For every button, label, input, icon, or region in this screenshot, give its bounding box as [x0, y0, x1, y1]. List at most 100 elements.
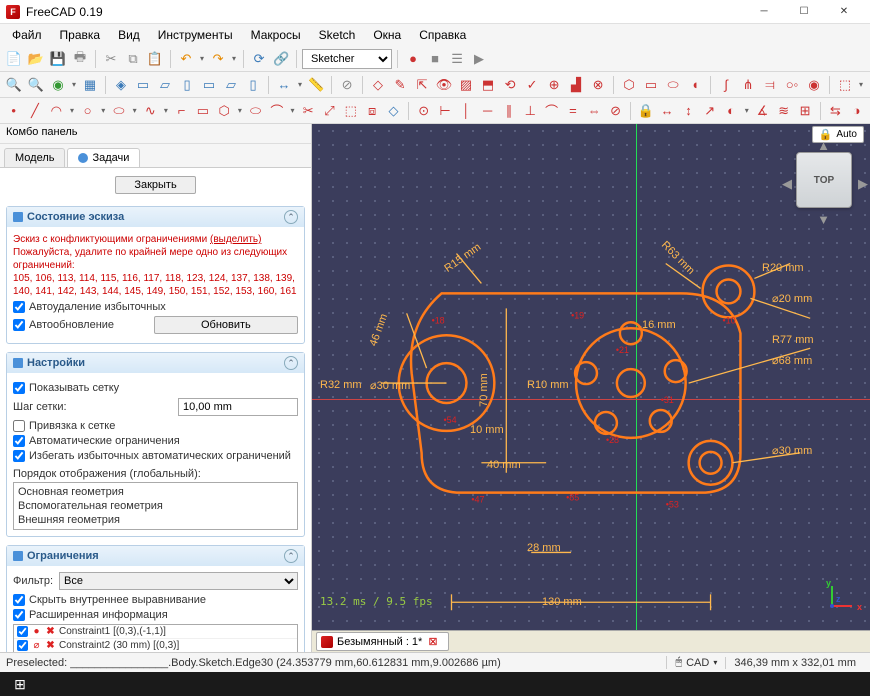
chevron-down-icon[interactable]: ▾: [198, 54, 206, 63]
vspace-switch-icon[interactable]: ⬚: [835, 75, 855, 95]
profile-hex-icon[interactable]: ⬡: [619, 75, 639, 95]
constraint-list[interactable]: ●✖Constraint1 [(0,3),(-1,1)] ⌀✖Constrain…: [13, 624, 298, 652]
close-icon[interactable]: ⊠: [426, 635, 439, 648]
show-grid-checkbox[interactable]: [13, 382, 25, 394]
update-button[interactable]: Обновить: [154, 316, 298, 334]
fillet-icon[interactable]: ⌒: [267, 101, 286, 121]
zoom-fit-icon[interactable]: 🔍: [4, 75, 24, 95]
grid-snap-checkbox[interactable]: [13, 420, 25, 432]
profile-slot-icon[interactable]: ◖: [685, 75, 705, 95]
paste-icon[interactable]: 📋: [145, 49, 165, 69]
workbench-selector[interactable]: Sketcher: [302, 49, 392, 69]
constraint-item[interactable]: ⌀✖Constraint2 (30 mm) [(0,3)]: [14, 639, 297, 652]
chevron-down-icon[interactable]: ▾: [743, 106, 751, 115]
copy-icon[interactable]: ⧉: [123, 49, 143, 69]
sketch-stop-icon[interactable]: ⊗: [588, 75, 608, 95]
macro-list-icon[interactable]: ☰: [447, 49, 467, 69]
bspline-deg-icon[interactable]: ∫: [716, 75, 736, 95]
bspline-weight-icon[interactable]: ◉: [804, 75, 824, 95]
collapse-icon[interactable]: ⌃: [284, 549, 298, 563]
dim-d30[interactable]: ⌀30 mm: [772, 444, 812, 457]
disty-icon[interactable]: ↕: [679, 101, 698, 121]
combo-body[interactable]: Закрыть Состояние эскиза ⌃ Эскиз с конфл…: [0, 168, 311, 652]
chevron-down-icon[interactable]: ▾: [296, 80, 304, 89]
menu-file[interactable]: Файл: [4, 26, 50, 44]
coincident-icon[interactable]: ⊙: [414, 101, 433, 121]
toggle-active-icon[interactable]: ◑: [847, 101, 866, 121]
circle-icon[interactable]: ○: [78, 101, 97, 121]
maximize-button[interactable]: ☐: [784, 1, 824, 23]
chevron-down-icon[interactable]: ▾: [230, 54, 238, 63]
ellipse-icon[interactable]: ⬭: [109, 101, 128, 121]
symmetric-icon[interactable]: ⇔: [585, 101, 604, 121]
radius-icon[interactable]: ◐: [721, 101, 740, 121]
filter-select[interactable]: Все: [59, 572, 298, 590]
view-left-icon[interactable]: ▯: [243, 75, 263, 95]
bspline-knot-icon[interactable]: ○◦: [782, 75, 802, 95]
render-item[interactable]: Вспомогательная геометрия: [16, 499, 295, 513]
dim-r77[interactable]: R77 mm: [772, 334, 814, 346]
view-iso-icon[interactable]: ◈: [111, 75, 131, 95]
toggle-ref-icon[interactable]: ⇆: [826, 101, 845, 121]
dim-l130[interactable]: 130 mm: [542, 596, 582, 608]
auto-constr-checkbox[interactable]: [13, 435, 25, 447]
arc-icon[interactable]: ◠: [47, 101, 66, 121]
measure-clear-icon[interactable]: ⊘: [337, 75, 357, 95]
polygon-icon[interactable]: ⬡: [215, 101, 234, 121]
dim-d30b[interactable]: ⌀30 mm: [370, 379, 410, 392]
print-icon[interactable]: 🖶: [70, 49, 90, 69]
view-top-icon[interactable]: ▱: [155, 75, 175, 95]
angle-icon[interactable]: ∡: [753, 101, 772, 121]
extended-info-checkbox[interactable]: [13, 609, 25, 621]
sketch-merge-icon[interactable]: ⊕: [544, 75, 564, 95]
chevron-down-icon[interactable]: ▾: [99, 106, 107, 115]
menu-edit[interactable]: Правка: [52, 26, 109, 44]
cut-icon[interactable]: ✂: [101, 49, 121, 69]
polyline-icon[interactable]: ⌐: [172, 101, 191, 121]
dim-d20[interactable]: ⌀20 mm: [772, 292, 812, 305]
bspline-poly-icon[interactable]: ⋔: [738, 75, 758, 95]
collapse-icon[interactable]: ⌃: [284, 356, 298, 370]
measure-dist-icon[interactable]: ↔: [274, 75, 294, 95]
chevron-down-icon[interactable]: ▾: [236, 106, 244, 115]
menu-windows[interactable]: Окна: [365, 26, 409, 44]
dim-l28[interactable]: 28 mm: [527, 542, 561, 554]
menu-macros[interactable]: Макросы: [243, 26, 309, 44]
sketch-new-icon[interactable]: ◇: [368, 75, 388, 95]
menu-tools[interactable]: Инструменты: [150, 26, 241, 44]
render-item[interactable]: Основная геометрия: [16, 485, 295, 499]
macro-stop-icon[interactable]: ■: [425, 49, 445, 69]
profile-oval-icon[interactable]: ⬭: [663, 75, 683, 95]
undo-icon[interactable]: ↶: [176, 49, 196, 69]
sketch-map-icon[interactable]: ⬒: [478, 75, 498, 95]
dim-l16[interactable]: 16 mm: [642, 319, 676, 331]
3d-viewport[interactable]: 🔒 Auto TOP ◀ ▶ ▲ ▼: [312, 124, 870, 652]
chevron-down-icon[interactable]: ▾: [289, 106, 297, 115]
new-icon[interactable]: 📄: [4, 49, 24, 69]
horizontal-icon[interactable]: ─: [478, 101, 497, 121]
macro-play-icon[interactable]: ▶: [469, 49, 489, 69]
menu-view[interactable]: Вид: [110, 26, 148, 44]
open-icon[interactable]: 📂: [26, 49, 46, 69]
avoid-redundant-checkbox[interactable]: [13, 450, 25, 462]
sketch-reorient-icon[interactable]: ⟲: [500, 75, 520, 95]
sketch-section-icon[interactable]: ▨: [456, 75, 476, 95]
sketch-validate-icon[interactable]: ✓: [522, 75, 542, 95]
chevron-down-icon[interactable]: ▾: [68, 106, 76, 115]
tangent-icon[interactable]: ⌒: [542, 101, 561, 121]
block-icon[interactable]: ⊘: [606, 101, 625, 121]
solver-header[interactable]: Состояние эскиза ⌃: [7, 207, 304, 227]
link-icon[interactable]: 🔗: [271, 49, 291, 69]
sketch-mirror-icon[interactable]: ▟: [566, 75, 586, 95]
view-bottom-icon[interactable]: ▱: [221, 75, 241, 95]
vertical-icon[interactable]: │: [457, 101, 476, 121]
grid-size-input[interactable]: [178, 398, 298, 416]
parallel-icon[interactable]: ∥: [499, 101, 518, 121]
bspline-comb-icon[interactable]: ⫤: [760, 75, 780, 95]
dist-icon[interactable]: ↗: [700, 101, 719, 121]
dim-r32[interactable]: R32 mm: [320, 379, 362, 391]
minimize-button[interactable]: ─: [744, 1, 784, 23]
constraint-checkbox[interactable]: [17, 640, 28, 651]
construction-icon[interactable]: ◇: [384, 101, 403, 121]
view-front-icon[interactable]: ▭: [133, 75, 153, 95]
